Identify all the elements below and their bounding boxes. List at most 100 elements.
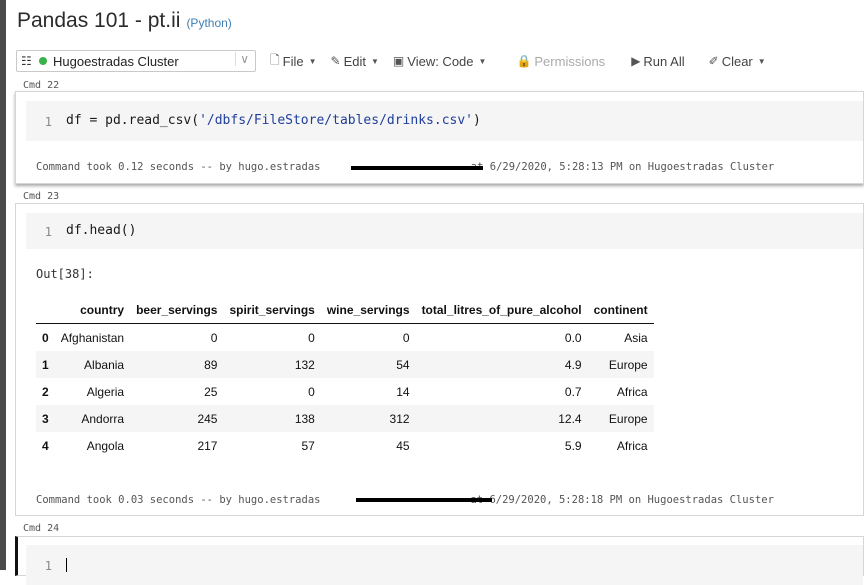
caret-down-icon: ▼	[308, 56, 317, 66]
table-header-row: country beer_servings spirit_servings wi…	[36, 296, 654, 324]
column-header: country	[54, 296, 131, 324]
file-menu[interactable]: 🗋 File ▼	[270, 51, 317, 72]
table-cell: 0.0	[564, 330, 582, 345]
command-info-prefix: Command took 0.12 seconds -- by hugo.est…	[36, 161, 321, 173]
eraser-icon: ✐	[708, 54, 719, 68]
caret-down-icon: ▼	[371, 56, 379, 66]
table-cell: 45	[396, 438, 410, 453]
code-line: df = pd.read_csv('/dbfs/FileStore/tables…	[66, 113, 481, 128]
row-index: 0	[42, 330, 49, 345]
column-header: total_litres_of_pure_alcohol	[415, 296, 588, 324]
table-cell: 57	[301, 438, 315, 453]
code-editor[interactable]: 1 df.head()	[26, 213, 863, 249]
cell-label: Cmd 23	[23, 191, 60, 202]
dataframe-table: country beer_servings spirit_servings wi…	[36, 296, 654, 459]
output-label: Out[38]:	[36, 267, 94, 281]
notebook-cell[interactable]: 1 df.head() Out[38]: country beer_servin…	[15, 203, 864, 516]
table-row: 4 Angola 217 57 45 5.9 Africa	[36, 432, 654, 459]
table-cell: 132	[223, 351, 321, 378]
table-cell: 54	[320, 351, 416, 378]
table-row: 1 Albania 89 132 54 4.9 Europe	[36, 351, 654, 378]
code-line: df.head()	[66, 223, 137, 238]
table-cell: Afghanistan	[60, 330, 125, 345]
cluster-selector[interactable]: ☷ Hugoestradas Cluster ∨	[16, 50, 256, 72]
table-cell: 0	[308, 384, 315, 399]
notebook-header: Pandas 101 - pt.ii (Python)	[17, 9, 232, 39]
command-info-prefix: Command took 0.03 seconds -- by hugo.est…	[36, 494, 321, 506]
table-row: 3 Andorra 245 138 312 12.4 Europe	[36, 405, 654, 432]
left-sidebar-edge	[0, 0, 6, 570]
table-cell: 89	[130, 351, 224, 378]
table-row: 2 Algeria 25 0 14 0.7 Africa	[36, 378, 654, 405]
column-header: wine_servings	[320, 296, 416, 324]
line-number: 1	[44, 115, 52, 129]
row-index: 3	[36, 405, 55, 432]
image-icon: ▣	[392, 54, 405, 68]
table-cell: 12.4	[415, 405, 588, 432]
run-all-label: Run All	[643, 53, 685, 69]
table-cell: Angola	[86, 438, 125, 453]
table-cell: Andorra	[54, 405, 131, 432]
run-all-button[interactable]: ▶ Run All	[631, 54, 684, 69]
edit-menu-label: Edit	[343, 53, 366, 69]
column-header: continent	[587, 296, 654, 324]
notebook-cell[interactable]: 1 df = pd.read_csv('/dbfs/FileStore/tabl…	[15, 91, 864, 184]
lock-icon: 🔒	[516, 54, 532, 68]
cluster-name: Hugoestradas Cluster	[53, 53, 179, 69]
table-cell: 4.9	[415, 351, 588, 378]
play-circle-icon: ▶	[631, 54, 641, 68]
chevron-down-icon[interactable]: ∨	[235, 52, 249, 66]
edit-menu[interactable]: ✎ Edit ▼	[331, 54, 379, 69]
redaction-mark	[356, 498, 492, 502]
table-cell: 0	[402, 330, 410, 345]
cluster-status-icon	[39, 57, 47, 65]
table-cell: 0	[308, 330, 315, 345]
command-info-suffix: at 6/29/2020, 5:28:13 PM on Hugoestradas…	[464, 161, 775, 173]
redaction-mark	[351, 166, 483, 170]
table-cell: 217	[197, 438, 218, 453]
table-row: 0 Afghanistan 0 0 0 0.0 Asia	[36, 324, 654, 352]
table-cell: 312	[320, 405, 416, 432]
table-cell: 0.7	[564, 384, 582, 399]
line-number: 1	[44, 225, 52, 239]
column-header: beer_servings	[130, 296, 224, 324]
clear-menu-label: Clear	[721, 53, 753, 69]
table-cell: Europe	[587, 351, 654, 378]
table-cell: Europe	[587, 405, 654, 432]
view-menu[interactable]: ▣ View: Code ▼	[393, 54, 487, 69]
table-cell: 0	[210, 330, 218, 345]
file-icon: 🗋	[270, 52, 280, 67]
notebook-title[interactable]: Pandas 101 - pt.ii	[17, 9, 180, 33]
table-cell: 245	[130, 405, 224, 432]
notebook-language[interactable]: (Python)	[186, 16, 231, 30]
table-cell: Africa	[616, 438, 648, 453]
row-index: 2	[42, 384, 49, 399]
permissions-label: Permissions	[534, 53, 606, 69]
permissions-button[interactable]: 🔒 Permissions	[516, 54, 605, 69]
row-index: 1	[36, 351, 55, 378]
column-header: spirit_servings	[223, 296, 321, 324]
edit-icon: ✎	[330, 54, 341, 68]
clear-menu[interactable]: ✐ Clear ▼	[709, 54, 766, 69]
table-cell: Asia	[624, 330, 648, 345]
view-menu-label: View: Code	[407, 53, 474, 69]
code-editor[interactable]: 1 df = pd.read_csv('/dbfs/FileStore/tabl…	[26, 101, 863, 141]
code-string: '/dbfs/FileStore/tables/drinks.csv'	[199, 113, 473, 128]
file-menu-label: File	[282, 53, 304, 69]
code-text: df = pd.read_csv(	[66, 113, 200, 128]
row-index: 4	[42, 438, 49, 453]
notebook-cell-active[interactable]: 1	[15, 536, 864, 585]
code-text: )	[473, 113, 481, 128]
table-cell: 138	[223, 405, 321, 432]
table-cell: 5.9	[564, 438, 582, 453]
column-header	[36, 296, 55, 324]
cell-label: Cmd 22	[23, 80, 60, 91]
code-editor[interactable]: 1	[26, 545, 863, 585]
notebook-toolbar: ☷ Hugoestradas Cluster ∨ 🗋 File ▼ ✎ Edit…	[16, 48, 864, 74]
line-number: 1	[44, 559, 52, 573]
table-cell: Algeria	[86, 384, 125, 399]
table-cell: 14	[396, 384, 410, 399]
caret-down-icon: ▼	[757, 56, 766, 66]
cell-label: Cmd 24	[23, 523, 60, 534]
table-cell: Albania	[54, 351, 131, 378]
